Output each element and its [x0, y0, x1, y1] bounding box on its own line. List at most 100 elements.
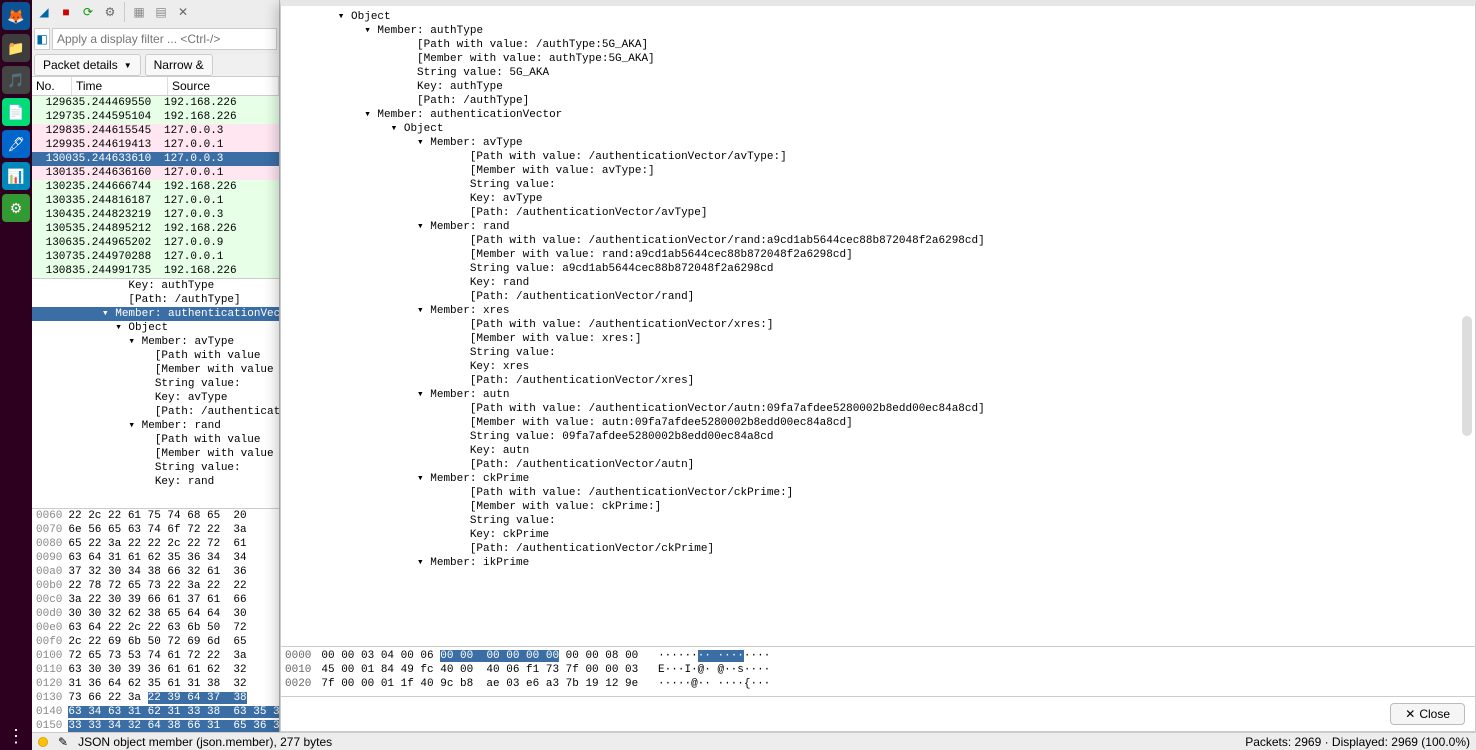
packet-row[interactable]: 130135.244636160127.0.0.1 — [32, 166, 279, 180]
tree-node[interactable]: ▾ Member: ikPrime — [281, 556, 1475, 570]
launcher-app-5[interactable]: 🖋 — [2, 130, 30, 158]
tree-node[interactable]: [Path with value: /authenticationVector/… — [281, 318, 1475, 332]
launcher-app-3[interactable]: 🎵 — [2, 66, 30, 94]
tree-node[interactable]: String value: 5G_AKA — [281, 66, 1475, 80]
packet-bytes-hex[interactable]: 006022 2c 22 61 75 74 68 65 2000706e 56 … — [32, 508, 279, 732]
tree-node[interactable]: ▾ Object — [32, 321, 279, 335]
expert-info-icon[interactable] — [38, 737, 48, 747]
tree-node[interactable]: String value: — [32, 377, 279, 391]
tree-node[interactable]: [Path: /authenticationVector/ckPrime] — [281, 542, 1475, 556]
dialog-hex[interactable]: 000000 00 03 04 00 06 00 00 00 00 00 00 … — [281, 646, 1475, 696]
hex-row[interactable]: 010072 65 73 53 74 61 72 22 3a — [32, 649, 279, 663]
packet-row[interactable]: 130435.244823219127.0.0.3 — [32, 208, 279, 222]
capture-stop-icon[interactable]: ■ — [56, 2, 76, 22]
tree-node[interactable]: [Path with value: /authenticationVector/… — [281, 402, 1475, 416]
dialog-tree[interactable]: ▾ Object ▾ Member: authType [Path with v… — [281, 6, 1475, 646]
hex-row[interactable]: 00e063 64 22 2c 22 63 6b 50 72 — [32, 621, 279, 635]
display-filter-input[interactable] — [52, 28, 277, 50]
packet-row[interactable]: 130335.244816187127.0.0.1 — [32, 194, 279, 208]
capture-restart-icon[interactable]: ⟳ — [78, 2, 98, 22]
tree-node[interactable]: [Member with value — [32, 447, 279, 461]
tree-node[interactable]: [Member with value: authType:5G_AKA] — [281, 52, 1475, 66]
tree-node[interactable]: ▾ Member: authType — [281, 24, 1475, 38]
tree-node[interactable]: [Path: /authenticationVector/rand] — [281, 290, 1475, 304]
tree-node[interactable]: Key: avType — [32, 391, 279, 405]
tree-node[interactable]: String value: — [281, 178, 1475, 192]
launcher-app-1[interactable]: 🦊 — [2, 2, 30, 30]
view-icon-2[interactable]: ▤ — [151, 2, 171, 22]
launcher-app-4[interactable]: 📄 — [2, 98, 30, 126]
tree-node[interactable]: ▾ Member: xres — [281, 304, 1475, 318]
packet-row[interactable]: 130535.244895212192.168.226 — [32, 222, 279, 236]
edit-prefs-icon[interactable]: ✎ — [58, 735, 68, 749]
tree-node[interactable]: String value: 09fa7afdee5280002b8edd00ec… — [281, 430, 1475, 444]
tree-node[interactable]: Key: authType — [32, 279, 279, 293]
close-button[interactable]: ✕ Close — [1390, 703, 1465, 725]
tree-node[interactable]: String value: — [281, 346, 1475, 360]
tree-node[interactable]: [Member with value: avType:] — [281, 164, 1475, 178]
packet-row[interactable]: 130835.244991735192.168.226 — [32, 264, 279, 278]
tree-node[interactable]: [Path: /authenticationVector/avType] — [281, 206, 1475, 220]
packet-row[interactable]: 130635.244965202127.0.0.9 — [32, 236, 279, 250]
packet-details-dropdown[interactable]: Packet details▼ — [34, 54, 141, 76]
packet-details-tree[interactable]: Key: authType [Path: /authType] ▾ Member… — [32, 278, 279, 508]
tree-node[interactable]: ▾ Member: authenticationVector — [32, 307, 279, 321]
hex-row[interactable]: 008065 22 3a 22 22 2c 22 72 61 — [32, 537, 279, 551]
tree-node[interactable]: [Member with value — [32, 363, 279, 377]
hex-row[interactable]: 009063 64 31 61 62 35 36 34 34 — [32, 551, 279, 565]
launcher-app-6[interactable]: 📊 — [2, 162, 30, 190]
tree-node[interactable]: Key: autn — [281, 444, 1475, 458]
hex-row[interactable]: 006022 2c 22 61 75 74 68 65 20 — [32, 509, 279, 523]
tree-node[interactable]: Key: xres — [281, 360, 1475, 374]
tree-node[interactable]: Key: avType — [281, 192, 1475, 206]
launcher-app-7[interactable]: ⚙ — [2, 194, 30, 222]
tree-node[interactable]: ▾ Member: rand — [32, 419, 279, 433]
tree-node[interactable]: [Member with value: rand:a9cd1ab5644cec8… — [281, 248, 1475, 262]
tree-node[interactable]: [Path: /authType] — [281, 94, 1475, 108]
tree-node[interactable]: ▾ Object — [281, 10, 1475, 24]
dialog-scrollbar[interactable] — [1462, 16, 1472, 576]
tree-node[interactable]: ▾ Member: authenticationVector — [281, 108, 1475, 122]
hex-row[interactable]: 015033 33 34 32 64 38 66 31 65 36 37 65 … — [32, 719, 279, 732]
tree-node[interactable]: String value: — [281, 514, 1475, 528]
tree-node[interactable]: [Path with value: /authType:5G_AKA] — [281, 38, 1475, 52]
narrow-dropdown[interactable]: Narrow & — [145, 54, 213, 76]
tree-node[interactable]: [Member with value: xres:] — [281, 332, 1475, 346]
packet-row[interactable]: 130035.244633610127.0.0.3 — [32, 152, 279, 166]
hex-row[interactable]: 00207f 00 00 01 1f 40 9c b8 ae 03 e6 a3 … — [285, 677, 1471, 691]
settings-icon[interactable]: ⚙ — [100, 2, 120, 22]
tree-node[interactable]: ▾ Member: rand — [281, 220, 1475, 234]
tree-node[interactable]: Key: rand — [32, 475, 279, 489]
tree-node[interactable]: [Path: /authType] — [32, 293, 279, 307]
packet-row[interactable]: 129935.244619413127.0.0.1 — [32, 138, 279, 152]
tree-node[interactable]: [Path with value: /authenticationVector/… — [281, 486, 1475, 500]
close-icon[interactable]: ✕ — [173, 2, 193, 22]
tree-node[interactable]: [Path with value: /authenticationVector/… — [281, 150, 1475, 164]
bookmark-icon[interactable]: ◧ — [34, 28, 50, 50]
tree-node[interactable]: [Path: /authenticationVector/xres] — [281, 374, 1475, 388]
launcher-apps-icon[interactable]: ⋮ — [2, 722, 30, 750]
hex-row[interactable]: 00d030 30 32 62 38 65 64 64 30 — [32, 607, 279, 621]
tree-node[interactable]: [Path: /authenticationVector/autn] — [281, 458, 1475, 472]
tree-node[interactable]: Key: rand — [281, 276, 1475, 290]
tree-node[interactable]: String value: a9cd1ab5644cec88b872048f2a… — [281, 262, 1475, 276]
packet-row[interactable]: 130235.244666744192.168.226 — [32, 180, 279, 194]
capture-start-icon[interactable]: ◢ — [34, 2, 54, 22]
hex-row[interactable]: 000000 00 03 04 00 06 00 00 00 00 00 00 … — [285, 649, 1471, 663]
tree-node[interactable]: [Member with value: autn:09fa7afdee52800… — [281, 416, 1475, 430]
tree-node[interactable]: [Path with value — [32, 349, 279, 363]
tree-node[interactable]: ▾ Member: avType — [32, 335, 279, 349]
packet-row[interactable]: 129735.244595104192.168.226 — [32, 110, 279, 124]
hex-row[interactable]: 00f02c 22 69 6b 50 72 69 6d 65 — [32, 635, 279, 649]
hex-row[interactable]: 011063 30 30 39 36 61 61 62 32 — [32, 663, 279, 677]
packet-row[interactable]: 129635.244469550192.168.226 — [32, 96, 279, 110]
packet-row[interactable]: 129835.244615545127.0.0.3 — [32, 124, 279, 138]
tree-node[interactable]: ▾ Member: avType — [281, 136, 1475, 150]
hex-row[interactable]: 00706e 56 65 63 74 6f 72 22 3a — [32, 523, 279, 537]
tree-node[interactable]: ▾ Object — [281, 122, 1475, 136]
packet-row[interactable]: 130735.244970288127.0.0.1 — [32, 250, 279, 264]
view-icon-1[interactable]: ▦ — [129, 2, 149, 22]
packet-list[interactable]: 129635.244469550192.168.226129735.244595… — [32, 96, 279, 278]
tree-node[interactable]: String value: — [32, 461, 279, 475]
tree-node[interactable]: Key: authType — [281, 80, 1475, 94]
